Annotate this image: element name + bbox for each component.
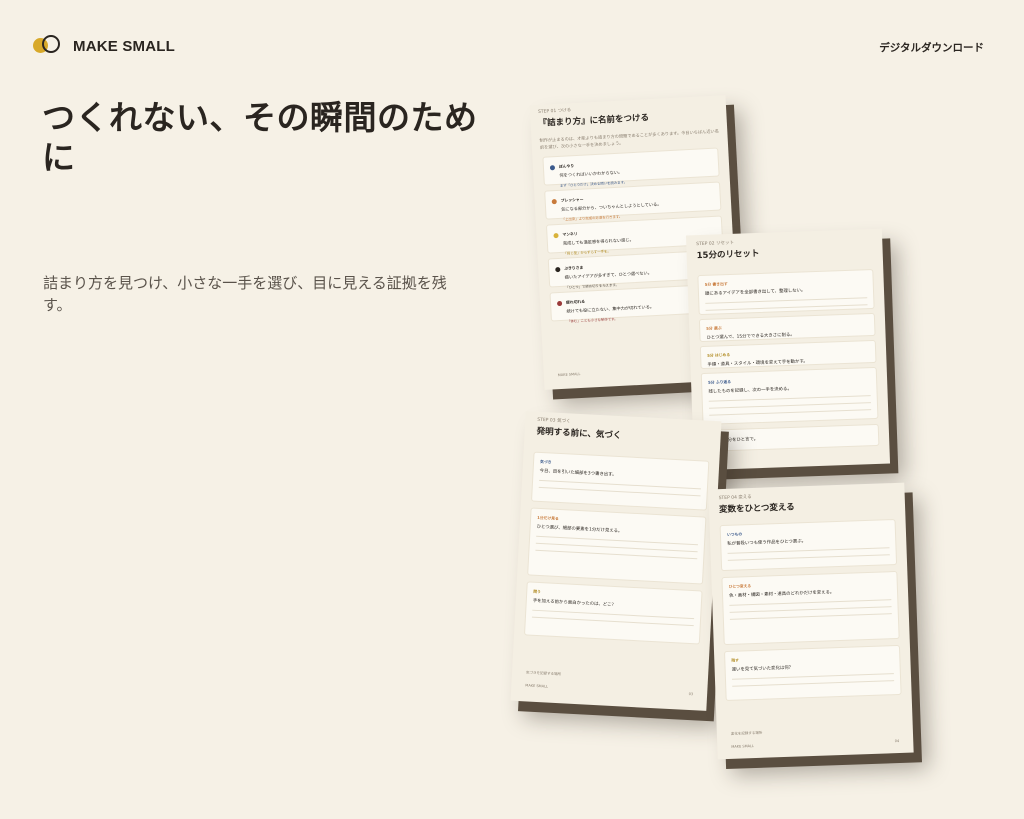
page-note: 変化を記録する場所: [730, 730, 763, 736]
page-footer: MAKE SMALL: [525, 683, 549, 689]
reset-step-card: 5分 選ぶ ひとつ選んで、15分でできる大きさに削る。: [698, 312, 876, 343]
reset-step-card: 5分 書き出す 頭にあるアイデアを全部書き出して、整理しない。: [697, 268, 875, 316]
reset-step-card: 5分 ふり返る 残したものを記録し、次の一手を決める。: [700, 366, 879, 426]
stuck-type-desc: 気になる部分から、ついちゃんとしようとしている。: [561, 201, 662, 212]
reset-note-card: いまの気分をひと言で。: [702, 423, 880, 453]
stuck-type-card: ぼんやり 何をつくればいいかわからない。 まず「ひとつだけ」決める問いを読みます。: [542, 147, 720, 188]
badge-icon: [553, 232, 559, 239]
page-number: 03: [688, 691, 694, 697]
notice-card: 気づき 今日、目を引いた細部を3つ書き出す。: [530, 451, 710, 511]
digital-download-link[interactable]: デジタルダウンロード: [879, 40, 984, 55]
badge-icon: [555, 266, 561, 273]
hero-subtext: 詰まり方を見つけ、小さな一手を選び、目に見える証拠を残す。: [43, 274, 447, 314]
preview-page-change-variable: STEP 04 変える 変数をひとつ変える いつもの 私が普段いつも使う作品をひ…: [708, 482, 914, 760]
preview-page-notice: STEP 03 気づく 発明する前に、気づく 気づき 今日、目を引いた細部を3つ…: [510, 411, 722, 711]
reset-step-card: 5分 はじめる 手順・道具・スタイル・環境を変えて手を動かす。: [699, 339, 877, 370]
stuck-type-desc: 続けても役に立たない、集中力が切れている。: [566, 304, 655, 314]
notice-card: 問う 手を加える前から面白かったのは、どこ？: [523, 581, 703, 645]
badge-icon: [549, 165, 556, 171]
stuck-type-desc: 何をつくればいいかわからない。: [559, 169, 623, 178]
variable-card: ひとつ変える 色・画材・構図・素材・道具のどれかだけを変える。: [721, 570, 900, 646]
page-footer: MAKE SMALL: [557, 372, 581, 378]
page-number: 04: [894, 738, 900, 744]
stuck-type-name: マンネリ: [562, 230, 578, 237]
variable-card: 残す 違いを見て気づいた変化は何？: [723, 644, 902, 702]
note-prompt: いまの気分をひと言で。: [710, 437, 759, 444]
badge-icon: [551, 199, 557, 205]
page-note: 気づきを記録する場所: [525, 670, 562, 677]
stuck-type-desc: 描いたアイデアが多すぎて、ひとつ選べない。: [564, 270, 652, 280]
stuck-type-name: ぼんやり: [558, 163, 575, 169]
page-footer: MAKE SMALL: [731, 744, 754, 749]
logo-mark-icon: [33, 34, 63, 58]
hero-headline: つくれない、その瞬間のために: [42, 98, 478, 177]
variable-card: いつもの 私が普段いつも使う作品をひとつ選ぶ。: [719, 518, 898, 572]
notice-card: 1分だけ見る ひとつ選び、細部の要素を1分だけ見える。: [527, 507, 707, 585]
brand-logo[interactable]: MAKE SMALL: [33, 34, 175, 58]
stuck-type-desc: 完成しても満足感を得られない感じ。: [562, 237, 634, 246]
badge-icon: [556, 300, 563, 307]
brand-name: MAKE SMALL: [73, 37, 175, 55]
page-intro: 制作が止まるのは、才能よりも詰まり方の問題であることが多くあります。今日いちばん…: [539, 128, 719, 150]
